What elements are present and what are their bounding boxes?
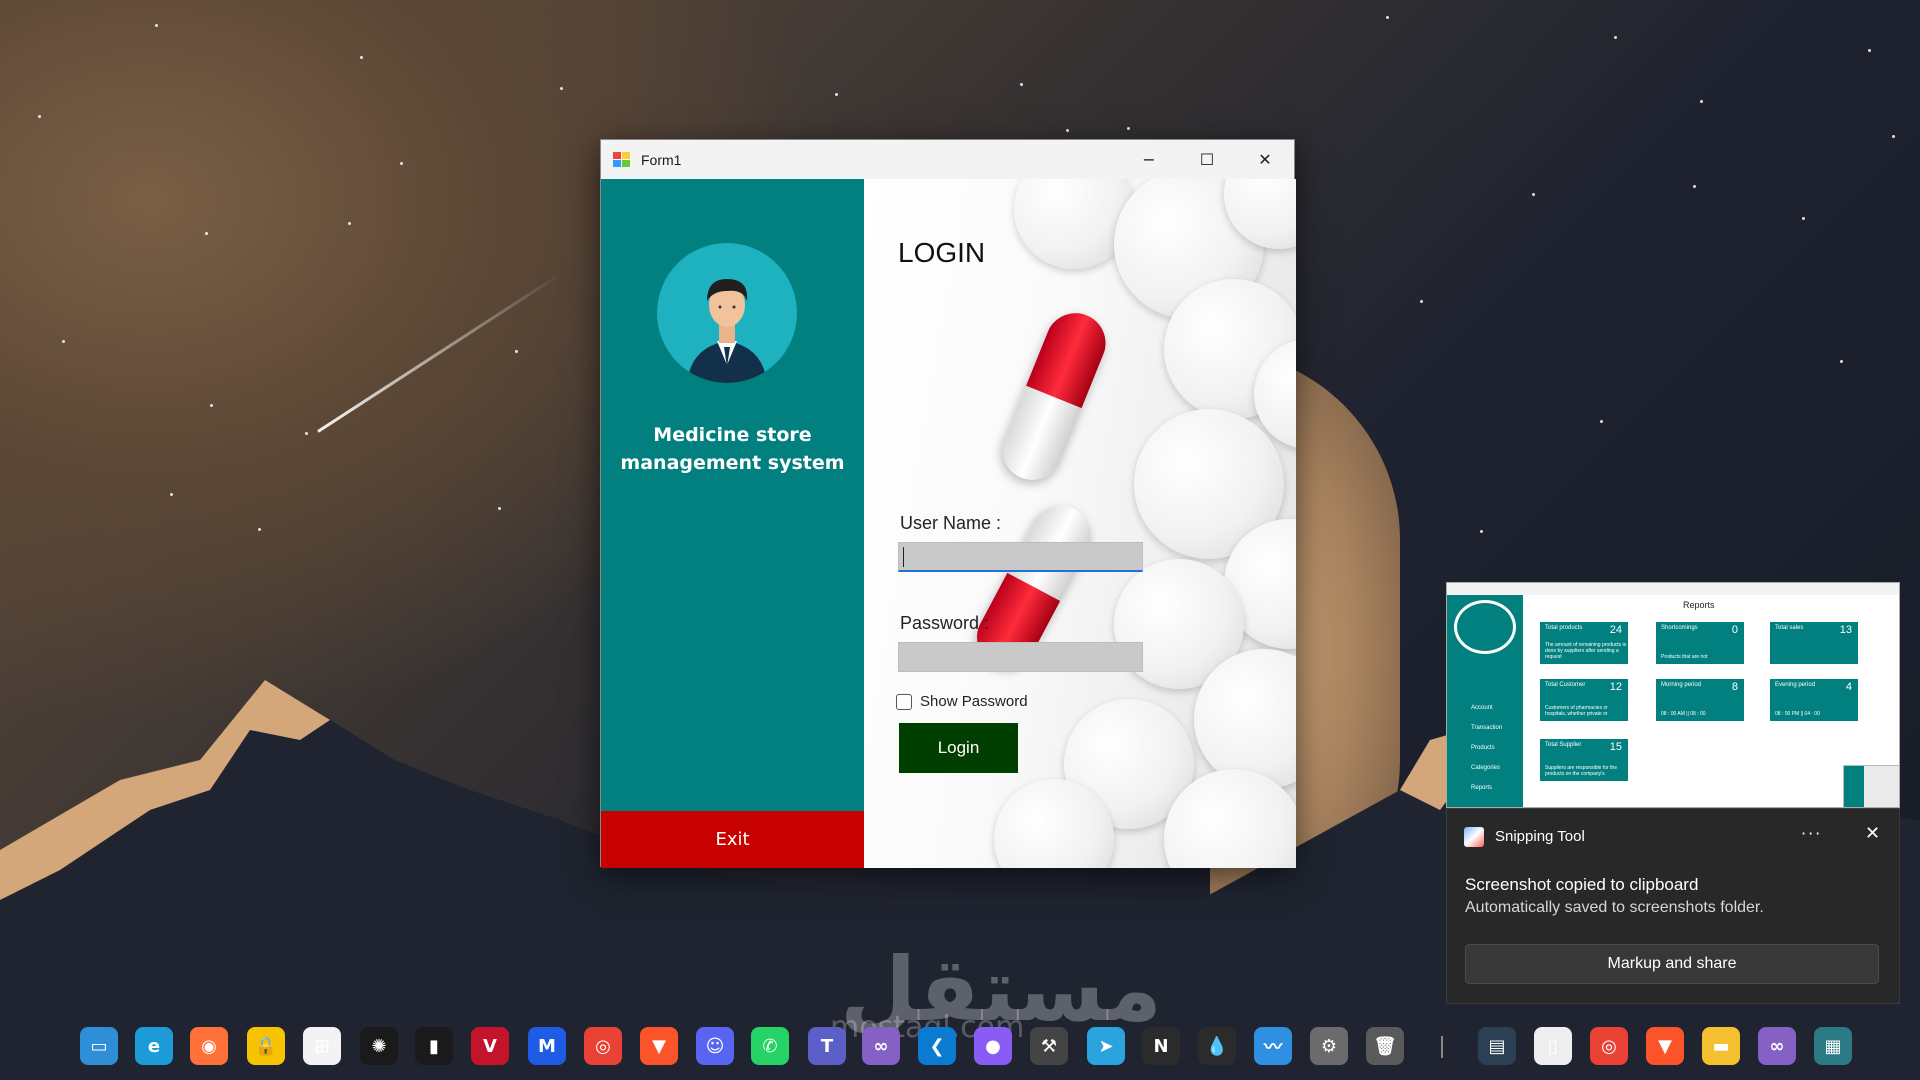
whatsapp-icon[interactable]: ✆ xyxy=(751,1027,789,1065)
store-icon[interactable]: ⊞ xyxy=(303,1027,341,1065)
preview-card: Total sales 13 xyxy=(1770,622,1858,664)
preview-sidebar: Account Transaction Products Categories … xyxy=(1447,595,1523,807)
chatgpt-icon[interactable]: ✺ xyxy=(360,1027,398,1065)
preview-card: Total Customer 12 Customers of pharmacies … xyxy=(1540,679,1628,721)
preview-card: Total Supplier 15 Suppliers are responsibl… xyxy=(1540,739,1628,781)
close-button[interactable]: ✕ xyxy=(1236,140,1294,179)
app-name-line1: Medicine store xyxy=(653,424,812,446)
shooting-star xyxy=(317,272,563,433)
login-window: Form1 − ☐ ✕ Medicine store management sy… xyxy=(600,139,1296,868)
desktop-icon[interactable]: ▭ xyxy=(80,1027,118,1065)
preview-avatar-icon xyxy=(1454,600,1516,654)
chrome-icon-2[interactable]: ◎ xyxy=(1590,1027,1628,1065)
password-label: Password : xyxy=(900,613,990,633)
app-name-line2: management system xyxy=(620,452,845,474)
notification-subtext: Automatically saved to screenshots folde… xyxy=(1465,899,1764,916)
maximize-button[interactable]: ☐ xyxy=(1178,140,1236,179)
droplet-icon[interactable]: 💧 xyxy=(1198,1027,1236,1065)
preview-titlebar xyxy=(1447,583,1899,595)
vscode-icon[interactable]: ❮ xyxy=(918,1027,956,1065)
malwarebytes-icon[interactable]: M xyxy=(528,1027,566,1065)
preview-card: Morning period 8 08 : 00 AM || 08 : 00 xyxy=(1656,679,1744,721)
password-input[interactable] xyxy=(898,642,1143,672)
taskbar xyxy=(0,1008,1920,1080)
notification-heading: Screenshot copied to clipboard xyxy=(1465,875,1699,894)
discord-icon[interactable]: ☺ xyxy=(696,1027,734,1065)
login-title: LOGIN xyxy=(898,237,986,268)
minimize-button[interactable]: − xyxy=(1120,140,1178,179)
markup-and-share-button[interactable]: Markup and share xyxy=(1465,944,1879,984)
terminal-icon[interactable]: ▤ xyxy=(1478,1027,1516,1065)
brave-icon-2[interactable]: ▼ xyxy=(1646,1027,1684,1065)
close-notification-icon[interactable]: ✕ xyxy=(1865,823,1880,844)
preview-title: Reports xyxy=(1683,600,1715,610)
title-bar[interactable]: Form1 − ☐ ✕ xyxy=(601,140,1294,179)
audio-meter-icon[interactable]: ▮ xyxy=(415,1027,453,1065)
brave-icon[interactable]: ▼ xyxy=(640,1027,678,1065)
firefox-icon[interactable]: ◉ xyxy=(190,1027,228,1065)
show-password-label[interactable]: Show Password xyxy=(920,693,1028,710)
snipping-tool-icon xyxy=(1464,827,1484,847)
login-panel: LOGIN User Name : Password : Show Passwo… xyxy=(864,179,1296,868)
login-button[interactable]: Login xyxy=(899,723,1018,773)
file-icon[interactable]: ▯ xyxy=(1534,1027,1572,1065)
app-icon xyxy=(613,151,631,168)
taskbar-separator xyxy=(1441,1036,1443,1058)
tools-icon[interactable]: ⚒ xyxy=(1030,1027,1068,1065)
preview-nav-transaction: Transaction xyxy=(1471,725,1503,731)
nexus-icon[interactable]: N xyxy=(1142,1027,1180,1065)
keeper-icon[interactable]: 🔒 xyxy=(247,1027,285,1065)
show-password-row[interactable]: Show Password xyxy=(896,693,1028,710)
more-options-icon[interactable]: ··· xyxy=(1801,824,1822,843)
edge-icon[interactable]: e xyxy=(135,1027,173,1065)
preview-card: Evening period 4 08 : 00 PM || 04 : 00 xyxy=(1770,679,1858,721)
visual-studio-icon-2[interactable]: ∞ xyxy=(1758,1027,1796,1065)
github-icon[interactable]: ● xyxy=(974,1027,1012,1065)
exit-button[interactable]: Exit xyxy=(601,811,864,868)
screenshot-preview[interactable]: Account Transaction Products Categories … xyxy=(1446,582,1900,808)
preview-card: Shortcomings 0 Products that are not xyxy=(1656,622,1744,664)
preview-nav-products: Products xyxy=(1471,745,1495,751)
show-password-checkbox[interactable] xyxy=(896,693,912,710)
preview-nav-account: Account xyxy=(1471,705,1493,711)
window-title: Form1 xyxy=(641,151,682,168)
file-explorer-icon[interactable]: ▬ xyxy=(1702,1027,1740,1065)
form-app-icon[interactable]: ▦ xyxy=(1814,1027,1852,1065)
preview-card: Total products 24 The amount of remaining … xyxy=(1540,622,1628,664)
username-label: User Name : xyxy=(900,513,1002,533)
teams-icon[interactable]: T xyxy=(808,1027,846,1065)
valorant-icon[interactable]: V xyxy=(471,1027,509,1065)
text-caret xyxy=(903,547,904,567)
telegram-icon[interactable]: ➤ xyxy=(1087,1027,1125,1065)
notification-app-name: Snipping Tool xyxy=(1495,828,1585,845)
user-avatar-icon xyxy=(657,243,797,383)
snipping-tool-notification: Snipping Tool ··· ✕ Screenshot copied to… xyxy=(1446,808,1900,1004)
preview-nested-window xyxy=(1843,765,1899,807)
recycle-bin-icon[interactable]: 🗑 xyxy=(1366,1027,1404,1065)
sidebar-panel: Medicine store management system Exit xyxy=(601,179,864,868)
username-input[interactable] xyxy=(898,542,1143,572)
chrome-icon[interactable]: ◎ xyxy=(584,1027,622,1065)
preview-nav-categories: Categories xyxy=(1471,765,1501,771)
monitor-icon[interactable]: 〰 xyxy=(1254,1027,1292,1065)
visual-studio-icon[interactable]: ∞ xyxy=(862,1027,900,1065)
app-name: Medicine store management system xyxy=(601,421,864,477)
preview-nav-reports: Reports xyxy=(1471,785,1493,791)
settings-icon[interactable]: ⚙ xyxy=(1310,1027,1348,1065)
